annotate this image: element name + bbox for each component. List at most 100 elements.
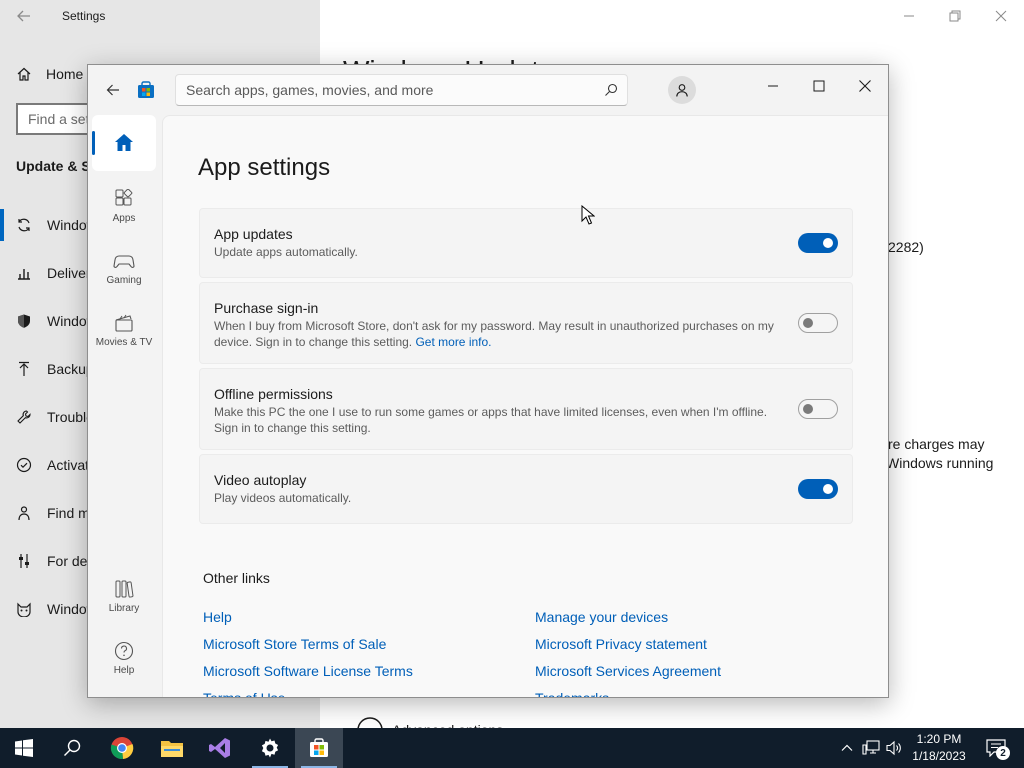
store-search-input[interactable]: Search apps, games, movies, and more: [175, 74, 628, 106]
store-taskbar-button[interactable]: [295, 728, 343, 768]
close-icon: [859, 80, 871, 92]
action-center-button[interactable]: 2: [980, 728, 1012, 768]
setting-card-app-updates: App updates Update apps automatically.: [199, 208, 853, 278]
chevron-up-icon: [841, 744, 853, 751]
chrome-taskbar-button[interactable]: [98, 728, 146, 768]
library-icon: [115, 580, 134, 598]
nav-gaming-button[interactable]: Gaming: [92, 251, 156, 286]
search-icon[interactable]: [604, 83, 618, 100]
setting-card-video-autoplay: Video autoplay Play videos automatically…: [199, 454, 853, 524]
link-terms-of-use[interactable]: Terms of Use: [203, 690, 285, 697]
link-privacy-statement[interactable]: Microsoft Privacy statement: [535, 636, 707, 652]
other-links-title: Other links: [203, 570, 270, 586]
wrench-icon: [16, 409, 32, 425]
network-tray-button[interactable]: [860, 728, 882, 768]
link-terms-of-sale[interactable]: Microsoft Store Terms of Sale: [203, 636, 386, 652]
settings-restore-button[interactable]: [932, 0, 978, 32]
link-trademarks[interactable]: Trademarks: [535, 690, 609, 697]
store-logo-icon: [310, 738, 328, 757]
nav-help-button[interactable]: Help: [92, 641, 156, 676]
offline-permissions-toggle[interactable]: [798, 399, 838, 419]
settings-version-text: 2282): [888, 239, 924, 255]
setting-title: Offline permissions: [214, 386, 333, 402]
app-updates-toggle[interactable]: [798, 233, 838, 253]
store-nav-rail: Apps Gaming Movies & TV Library Help: [88, 115, 162, 697]
speaker-icon: [886, 740, 901, 756]
link-help[interactable]: Help: [203, 609, 232, 625]
taskbar-clock[interactable]: 1:20 PM 1/18/2023: [906, 731, 972, 765]
store-content: App settings App updates Update apps aut…: [162, 115, 888, 697]
purchase-sign-in-toggle[interactable]: [798, 313, 838, 333]
store-close-button[interactable]: [842, 70, 888, 102]
settings-nav-security[interactable]: Windows Security: [16, 311, 87, 331]
setting-desc: When I buy from Microsoft Store, don't a…: [214, 319, 774, 349]
developer-slider-icon: [16, 553, 32, 569]
windows-logo-icon: [15, 739, 33, 757]
nav-home-button[interactable]: [92, 115, 156, 171]
settings-info-line-1: re charges may: [888, 436, 985, 452]
maximize-icon: [813, 80, 825, 92]
insider-cat-icon: [16, 601, 32, 617]
store-titlebar: Search apps, games, movies, and more: [88, 65, 888, 115]
person-pin-icon: [16, 505, 32, 521]
store-logo-icon: [136, 80, 156, 100]
setting-card-purchase-sign-in: Purchase sign-in When I buy from Microso…: [199, 282, 853, 364]
store-search-placeholder: Search apps, games, movies, and more: [186, 82, 434, 98]
setting-desc: Update apps automatically.: [214, 245, 358, 259]
clock-date: 1/18/2023: [912, 749, 966, 763]
close-icon: [995, 10, 1007, 22]
settings-back-button[interactable]: [14, 6, 36, 26]
settings-nav-troubleshoot[interactable]: Troubleshoot: [16, 407, 87, 427]
link-manage-devices[interactable]: Manage your devices: [535, 609, 668, 625]
link-services-agreement[interactable]: Microsoft Services Agreement: [535, 663, 721, 679]
settings-minimize-button[interactable]: [886, 0, 932, 32]
store-maximize-button[interactable]: [796, 70, 842, 102]
settings-nav-insider[interactable]: Windows Insider Program: [16, 599, 87, 619]
volume-tray-button[interactable]: [883, 728, 905, 768]
folder-icon: [161, 741, 183, 757]
setting-desc: Make this PC the one I use to run some g…: [214, 405, 768, 435]
check-circle-icon: [16, 457, 32, 473]
settings-nav-find-device[interactable]: Find my device: [16, 503, 87, 523]
nav-movies-button[interactable]: Movies & TV: [92, 313, 156, 348]
store-window: Search apps, games, movies, and more App…: [87, 64, 889, 698]
visual-studio-taskbar-button[interactable]: [196, 728, 244, 768]
taskbar-search-button[interactable]: [48, 728, 96, 768]
tray-overflow-button[interactable]: [836, 728, 858, 768]
settings-nav-windows-update[interactable]: Windows Update: [0, 209, 87, 241]
store-back-button[interactable]: [102, 79, 124, 101]
chrome-icon: [110, 737, 134, 760]
backup-arrow-icon: [16, 361, 32, 377]
home-icon: [115, 134, 133, 151]
video-autoplay-toggle[interactable]: [798, 479, 838, 499]
file-explorer-taskbar-button[interactable]: [148, 728, 196, 768]
nav-library-button[interactable]: Library: [92, 579, 156, 614]
clapperboard-icon: [115, 314, 133, 332]
settings-nav-developers[interactable]: For developers: [16, 551, 87, 571]
clock-time: 1:20 PM: [916, 732, 962, 746]
notification-count-badge: 2: [996, 746, 1010, 760]
back-arrow-icon: [17, 10, 30, 22]
help-question-icon: [114, 641, 134, 661]
store-minimize-button[interactable]: [750, 70, 796, 102]
settings-nav-activation[interactable]: Activation: [16, 455, 87, 475]
settings-nav-delivery[interactable]: Delivery Optimization: [16, 263, 87, 283]
settings-nav-backup[interactable]: Backup: [16, 359, 87, 379]
apps-grid-icon: [115, 189, 133, 206]
settings-title: Settings: [62, 9, 106, 23]
nav-apps-button[interactable]: Apps: [92, 189, 156, 224]
setting-desc: Play videos automatically.: [214, 491, 352, 505]
back-arrow-icon: [106, 84, 119, 96]
search-icon: [64, 739, 81, 756]
get-more-info-link[interactable]: Get more info.: [415, 335, 491, 349]
settings-home-link[interactable]: Home: [16, 64, 83, 84]
minimize-icon: [768, 85, 778, 87]
minimize-icon: [904, 15, 914, 17]
settings-taskbar-button[interactable]: [246, 728, 294, 768]
start-button[interactable]: [0, 728, 48, 768]
link-software-license-terms[interactable]: Microsoft Software License Terms: [203, 663, 413, 679]
settings-close-button[interactable]: [978, 0, 1024, 32]
account-avatar-button[interactable]: [668, 76, 696, 104]
home-icon: [17, 67, 31, 81]
mouse-cursor-icon: [581, 204, 596, 230]
